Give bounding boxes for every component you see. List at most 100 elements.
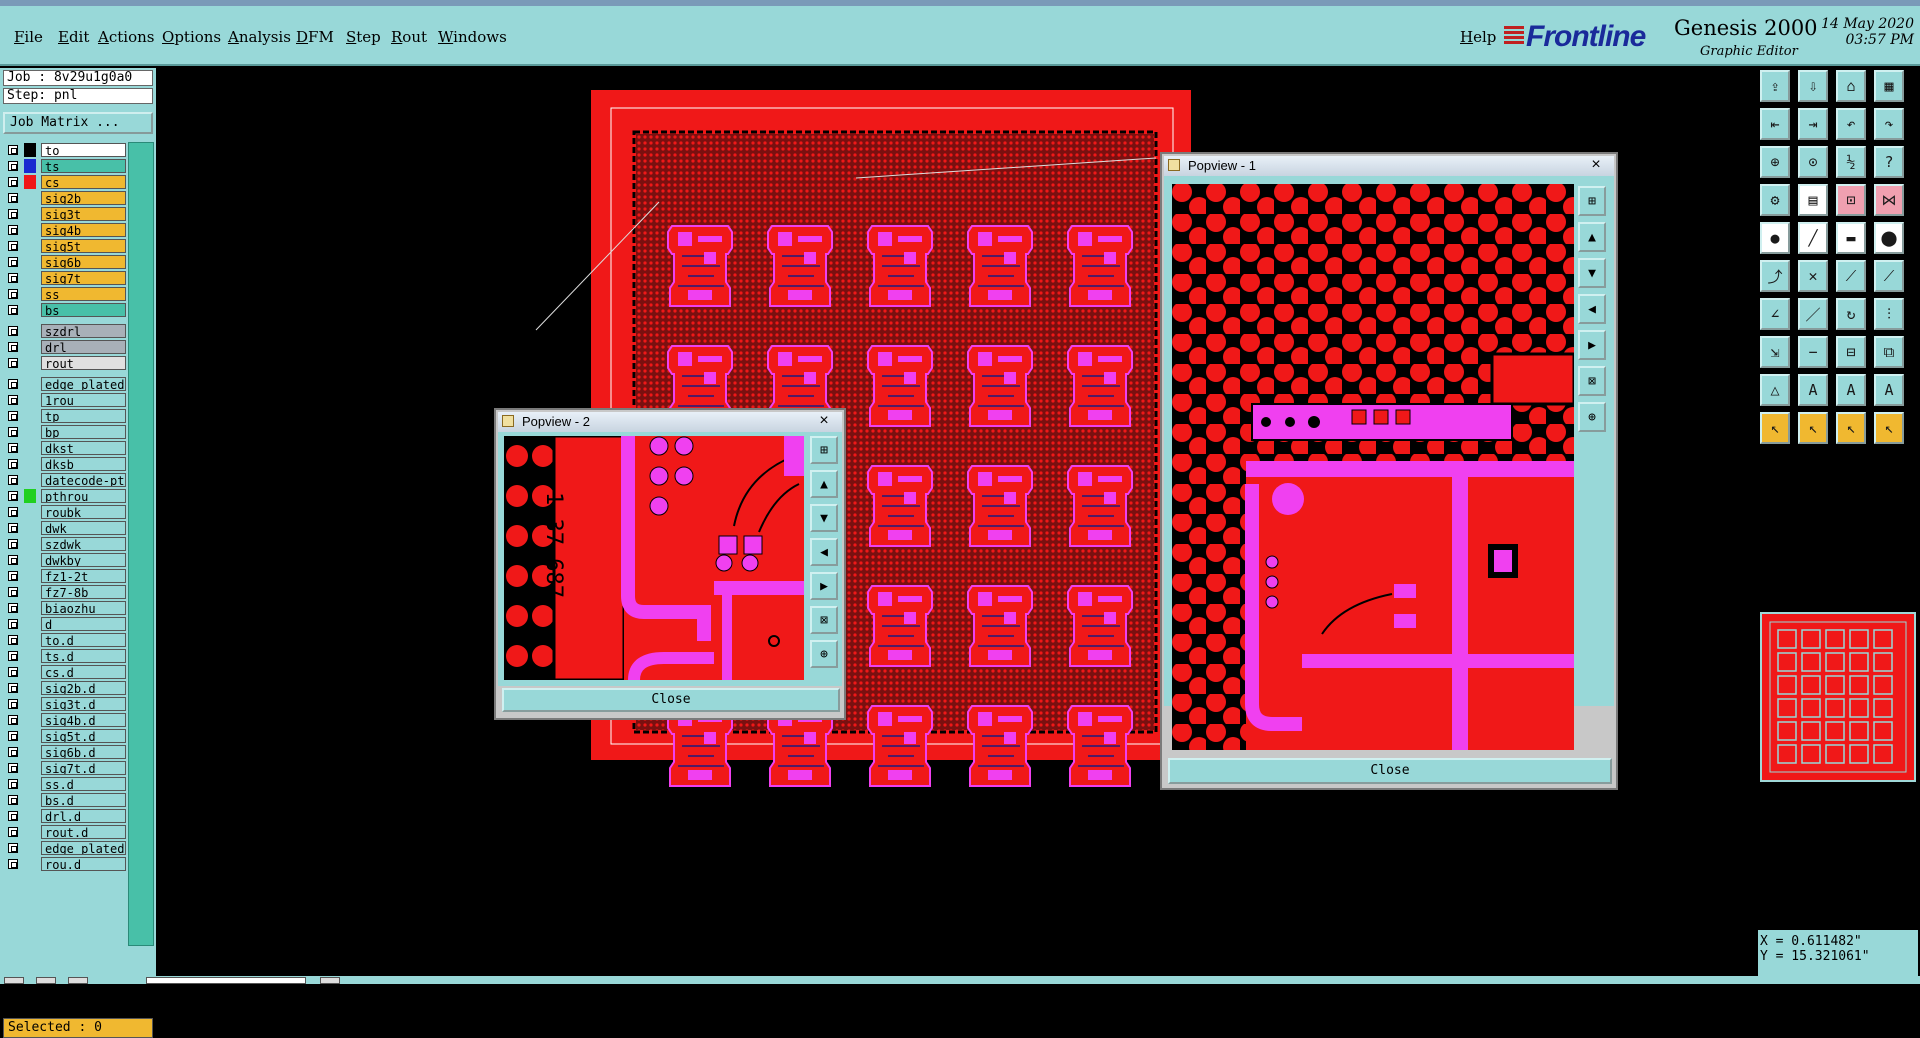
- layer-name[interactable]: 1rou: [41, 393, 126, 407]
- layer-checkbox[interactable]: [8, 811, 18, 821]
- zoom-fit-icon[interactable]: ⊠: [1578, 366, 1606, 396]
- layer-checkbox[interactable]: [8, 342, 18, 352]
- segment-icon[interactable]: ⟋: [1836, 260, 1866, 292]
- layer-checkbox[interactable]: [8, 241, 18, 251]
- job-matrix-button[interactable]: Job Matrix ...: [3, 112, 153, 134]
- layer-scrollbar[interactable]: [128, 142, 154, 946]
- pan-right-icon[interactable]: ▶: [810, 572, 838, 600]
- layer-row[interactable]: to.d: [4, 633, 126, 647]
- layer-checkbox[interactable]: [8, 427, 18, 437]
- layer-row[interactable]: cs: [4, 175, 126, 189]
- zoom-icon[interactable]: ⊕: [1760, 146, 1790, 178]
- layer-name[interactable]: ss.d: [41, 777, 126, 791]
- layer-row[interactable]: d: [4, 617, 126, 631]
- popview-2-close-x[interactable]: ×: [810, 412, 838, 430]
- layer-checkbox[interactable]: [8, 731, 18, 741]
- layer-row[interactable]: rout: [4, 356, 126, 370]
- layer-row[interactable]: pthrou: [4, 489, 126, 503]
- layer-name[interactable]: dksb: [41, 457, 126, 471]
- status-button-3[interactable]: [68, 977, 88, 984]
- layer-row[interactable]: szdrl: [4, 324, 126, 338]
- arrow-left-icon[interactable]: ⇤: [1760, 108, 1790, 140]
- line-icon[interactable]: ╱: [1798, 222, 1828, 254]
- status-button-4[interactable]: [320, 977, 340, 984]
- layer-checkbox[interactable]: [8, 763, 18, 773]
- measure-icon[interactable]: ⚙: [1760, 184, 1790, 216]
- layer-row[interactable]: dkst: [4, 441, 126, 455]
- layer-row[interactable]: drl: [4, 340, 126, 354]
- popview-1-zoom[interactable]: [1172, 184, 1574, 750]
- layer-name[interactable]: cs: [41, 175, 126, 189]
- zoom-reset-icon[interactable]: ⊕: [810, 640, 838, 668]
- layer-name[interactable]: ss: [41, 287, 126, 301]
- layer-checkbox[interactable]: [8, 475, 18, 485]
- layer-checkbox[interactable]: [8, 193, 18, 203]
- menu-rout[interactable]: Rout: [391, 28, 427, 46]
- menu-windows[interactable]: Windows: [438, 28, 507, 46]
- layer-name[interactable]: sig6b: [41, 255, 126, 269]
- pad-icon[interactable]: ●: [1760, 222, 1790, 254]
- layer-checkbox[interactable]: [8, 699, 18, 709]
- align-icon[interactable]: ⫶: [1874, 298, 1904, 330]
- slash-icon[interactable]: ／: [1798, 298, 1828, 330]
- menu-options[interactable]: Options: [162, 28, 221, 46]
- layer-name[interactable]: edge_plated: [41, 377, 126, 391]
- layer-name[interactable]: szdrl: [41, 324, 126, 338]
- menu-step[interactable]: Step: [346, 28, 381, 46]
- layer-row[interactable]: to: [4, 143, 126, 157]
- popview-1-window[interactable]: Popview - 1 × ⊞ ▲ ▼ ◀ ▶ ⊠ ⊕ Close: [1160, 152, 1618, 790]
- layer-checkbox[interactable]: [8, 358, 18, 368]
- help-icon[interactable]: ?: [1874, 146, 1904, 178]
- layer-checkbox[interactable]: [8, 379, 18, 389]
- menu-edit[interactable]: Edit: [58, 28, 89, 46]
- layer-checkbox[interactable]: [8, 326, 18, 336]
- layer-name[interactable]: dkst: [41, 441, 126, 455]
- layer-checkbox[interactable]: [8, 459, 18, 469]
- layer-checkbox[interactable]: [8, 395, 18, 405]
- layer-name[interactable]: pthrou: [41, 489, 126, 503]
- layer-checkbox[interactable]: [8, 667, 18, 677]
- layer-row[interactable]: sig3t.d: [4, 697, 126, 711]
- layer-row[interactable]: ts: [4, 159, 126, 173]
- layer-name[interactable]: rou.d: [41, 857, 126, 871]
- layer-row[interactable]: 1rou: [4, 393, 126, 407]
- layer-checkbox[interactable]: [8, 305, 18, 315]
- ratio-icon[interactable]: ½: [1836, 146, 1866, 178]
- layer-name[interactable]: sig3t.d: [41, 697, 126, 711]
- layer-checkbox[interactable]: [8, 651, 18, 661]
- layer-checkbox[interactable]: [8, 587, 18, 597]
- layer-checkbox[interactable]: [8, 273, 18, 283]
- layer-name[interactable]: to.d: [41, 633, 126, 647]
- menu-help[interactable]: Help: [1460, 28, 1496, 46]
- layer-row[interactable]: rou.d: [4, 857, 126, 871]
- layer-row[interactable]: sig5t.d: [4, 729, 126, 743]
- layer-row[interactable]: dwkby: [4, 553, 126, 567]
- layer-checkbox[interactable]: [8, 523, 18, 533]
- layer-row[interactable]: bp: [4, 425, 126, 439]
- angle-icon[interactable]: ∠: [1760, 298, 1790, 330]
- pan-down-icon[interactable]: ▼: [810, 504, 838, 532]
- layer-name[interactable]: sig5t.d: [41, 729, 126, 743]
- select-area-icon[interactable]: ↖: [1836, 412, 1866, 444]
- layer-checkbox[interactable]: [8, 747, 18, 757]
- layer-row[interactable]: roubk: [4, 505, 126, 519]
- layer-checkbox[interactable]: [8, 859, 18, 869]
- layer-checkbox[interactable]: [8, 715, 18, 725]
- layer-row[interactable]: biaozhu: [4, 601, 126, 615]
- text-shape-icon[interactable]: A: [1874, 374, 1904, 406]
- layer-name[interactable]: bs: [41, 303, 126, 317]
- select-icon[interactable]: ↖: [1798, 412, 1828, 444]
- popview-2-window[interactable]: Popview - 2 × 1.37 687 ⊞ ▲ ▼ ◀ ▶ ⊠ ⊕ Clo…: [494, 408, 846, 720]
- layer-checkbox[interactable]: [8, 209, 18, 219]
- layer-row[interactable]: sig6b.d: [4, 745, 126, 759]
- arrow-right-icon[interactable]: ⇥: [1798, 108, 1828, 140]
- layer-row[interactable]: rout.d: [4, 825, 126, 839]
- circle-icon[interactable]: ⬤: [1874, 222, 1904, 254]
- status-button-2[interactable]: [36, 977, 56, 984]
- layer-name[interactable]: szdwk: [41, 537, 126, 551]
- layer-name[interactable]: sig6b.d: [41, 745, 126, 759]
- layer-name[interactable]: biaozhu: [41, 601, 126, 615]
- layer-row[interactable]: sig2b.d: [4, 681, 126, 695]
- layer-checkbox[interactable]: [8, 779, 18, 789]
- layer-checkbox[interactable]: [8, 161, 18, 171]
